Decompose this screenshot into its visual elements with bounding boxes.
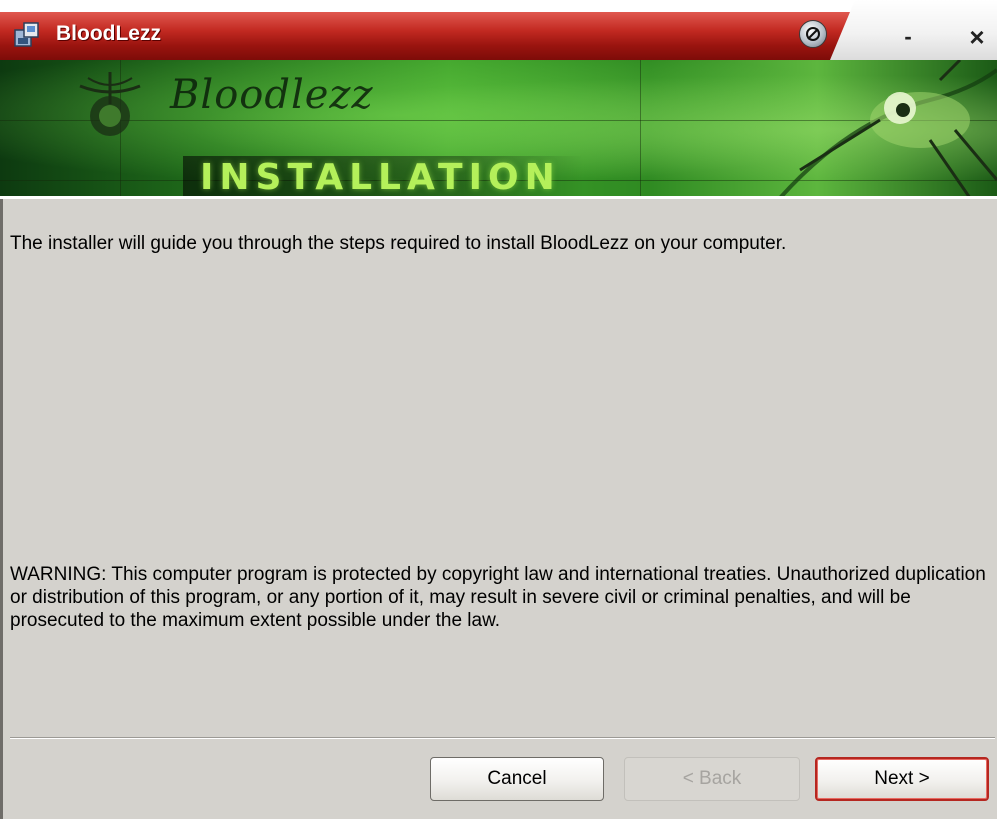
button-separator [10, 737, 995, 739]
installer-banner: Bloodlezz INSTALLATION [0, 60, 997, 198]
help-button[interactable] [799, 20, 827, 48]
banner-logo-text: Bloodlezz [170, 72, 374, 118]
intro-text: The installer will guide you through the… [10, 233, 787, 254]
installer-app-icon [14, 22, 39, 47]
back-button[interactable]: < Back [624, 757, 800, 801]
window-left-border [0, 199, 3, 819]
banner-grid-line [640, 60, 641, 198]
bloodlezz-logo-icon [79, 72, 141, 136]
window-title: BloodLezz [56, 22, 161, 45]
close-button[interactable]: × [962, 22, 992, 52]
mosquito-illustration [778, 60, 997, 198]
content-area: The installer will guide you through the… [0, 199, 997, 739]
minimize-button[interactable]: - [896, 24, 920, 49]
copyright-warning-text: WARNING: This computer program is protec… [10, 564, 986, 631]
titlebar-top-strip [0, 0, 997, 12]
cancel-button[interactable]: Cancel [430, 757, 604, 801]
next-button[interactable]: Next > [815, 757, 989, 801]
help-icon [806, 27, 820, 41]
installer-window: BloodLezz - × Bloodlezz INSTALLATION The… [0, 0, 997, 819]
banner-heading: INSTALLATION [200, 157, 561, 198]
